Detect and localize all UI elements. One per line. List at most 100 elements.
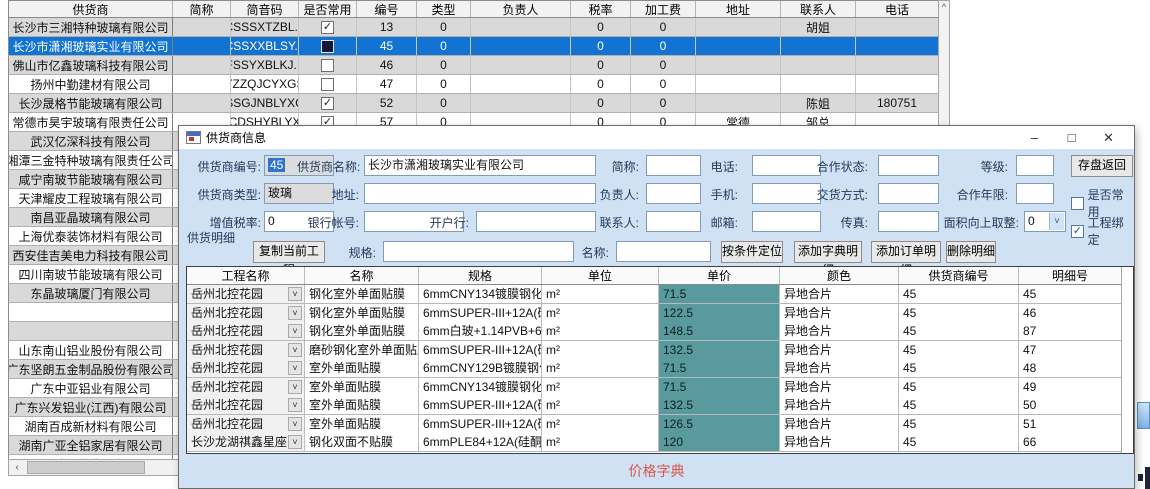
column-header-10[interactable]: 联系人 [781, 1, 856, 17]
grid-cell-text: m² [546, 435, 560, 449]
grid-cell-0[interactable]: 长沙龙湖祺鑫星座˅ [187, 433, 305, 451]
grid-row[interactable]: 岳州北控花园˅室外单面贴膜6mmSUPER-III+12A(硅...m²126.… [187, 415, 1122, 434]
column-header-0[interactable]: 供货商 [9, 1, 173, 17]
column-header-7[interactable]: 税率 [571, 1, 631, 17]
grid-column-header-5[interactable]: 颜色 [780, 267, 899, 284]
grid-row[interactable]: 岳州北控花园˅室外单面贴膜6mmSUPER-III+12A(硅...m²132.… [187, 396, 1122, 415]
delete-detail-button[interactable]: 删除明细 [946, 241, 996, 263]
grid-row[interactable]: 岳州北控花园˅钢化室外单面贴膜6mmSUPER-III+12A(硅...m²12… [187, 304, 1122, 323]
chevron-down-icon[interactable]: ˅ [288, 435, 302, 449]
grid-column-header-4[interactable]: 单价 [659, 267, 780, 284]
column-header-5[interactable]: 类型 [417, 1, 471, 17]
chevron-down-icon[interactable]: ˅ [1049, 213, 1064, 230]
grid-row[interactable]: 岳州北控花园˅钢化室外单面贴膜6mmCNY134镀膜钢化m²71.5异地合片45… [187, 285, 1122, 304]
table-row[interactable]: 扬州中勤建材有限公司YZZQJCYXGS47000 [8, 75, 939, 94]
checkbox-icon[interactable] [321, 59, 334, 72]
minimize-icon[interactable]: – [1016, 127, 1053, 149]
chevron-down-icon[interactable]: ˅ [288, 306, 302, 320]
scroll-up-icon[interactable]: ^ [942, 2, 946, 12]
grid-cell-0[interactable]: 岳州北控花园˅ [187, 359, 305, 377]
chevron-down-icon[interactable]: ˅ [288, 380, 302, 394]
grid-column-header-7[interactable]: 明细号 [1019, 267, 1122, 284]
grid-column-header-0[interactable]: 工程名称 [187, 267, 305, 284]
grid-column-header-2[interactable]: 规格 [419, 267, 542, 284]
copy-project-button[interactable]: 复制当前工程 [253, 241, 325, 263]
save-return-button[interactable]: 存盘返回 [1071, 155, 1133, 177]
supplier-type-field[interactable]: 玻璃 [264, 183, 334, 204]
grid-cell-0[interactable]: 岳州北控花园˅ [187, 322, 305, 340]
grid-row[interactable]: 岳州北控花园˅室外单面贴膜6mmCNY134镀膜钢化m²71.5异地合片4549 [187, 378, 1122, 397]
grid-cell-2: 6mmSUPER-III+12A(硅... [419, 304, 542, 322]
checkbox-icon[interactable]: ✓ [321, 97, 334, 110]
detail-grid-header: 工程名称名称规格单位单价颜色供货商编号明细号 [187, 267, 1122, 285]
grid-cell-0[interactable]: 岳州北控花园˅ [187, 285, 305, 303]
column-header-9[interactable]: 地址 [696, 1, 781, 17]
abbr-field[interactable] [646, 155, 701, 176]
cell-name [9, 322, 173, 340]
column-header-2[interactable]: 简音码 [231, 1, 299, 17]
cell-name: 湖南百成新材料有限公司 [9, 417, 173, 435]
contact-field[interactable] [646, 211, 701, 232]
scroll-left-icon[interactable]: ‹ [9, 462, 25, 473]
address-field[interactable] [364, 183, 596, 204]
chevron-down-icon[interactable]: ˅ [288, 398, 302, 412]
chevron-down-icon[interactable]: ˅ [288, 361, 302, 375]
table-row[interactable]: 长沙市三湘特种玻璃有限公司CSSSXTZBL...✓13000胡姐 [8, 18, 939, 37]
email-field[interactable] [752, 211, 821, 232]
scrollbar-thumb[interactable] [27, 461, 145, 474]
grid-column-header-3[interactable]: 单位 [542, 267, 659, 284]
add-order-detail-button[interactable]: 添加订单明细 [871, 241, 941, 263]
chevron-down-icon[interactable]: ˅ [288, 343, 302, 357]
table-row[interactable]: 长沙市潇湘玻璃实业有限公司CSSXXBLSY...45000 [8, 37, 939, 56]
locate-button[interactable]: 按条件定位 [721, 241, 783, 263]
grid-cell-text: 6mmPLE84+12A(硅酮胶... [423, 435, 542, 449]
name-filter-input[interactable] [616, 241, 711, 262]
grade-field[interactable] [1016, 155, 1054, 176]
grid-column-header-1[interactable]: 名称 [305, 267, 419, 284]
coop-status-field[interactable] [878, 155, 939, 176]
checkbox-icon[interactable] [321, 40, 334, 53]
checkbox-icon[interactable]: ✓ [321, 21, 334, 34]
grid-cell-text: 岳州北控花园 [191, 343, 263, 357]
grid-cell-0[interactable]: 岳州北控花园˅ [187, 378, 305, 396]
bank-field[interactable] [476, 211, 596, 232]
grid-cell-0[interactable]: 岳州北控花园˅ [187, 396, 305, 414]
spec-filter-input[interactable] [383, 241, 574, 262]
checkbox-icon[interactable] [321, 78, 334, 91]
chevron-down-icon[interactable]: ˅ [288, 324, 302, 338]
grid-row[interactable]: 长沙龙湖祺鑫星座˅钢化双面不贴膜6mmPLE84+12A(硅酮胶...m²120… [187, 433, 1122, 452]
maximize-icon[interactable]: □ [1053, 127, 1090, 149]
cell-name: 咸宁南玻节能玻璃有限公司 [9, 170, 173, 188]
add-dict-detail-button[interactable]: 添加字典明细 [794, 241, 862, 263]
column-header-3[interactable]: 是否常用 [299, 1, 357, 17]
column-header-8[interactable]: 加工费 [631, 1, 696, 17]
close-icon[interactable]: ✕ [1090, 127, 1127, 149]
grid-row[interactable]: 岳州北控花园˅钢化室外单面贴膜6mm白玻+1.14PVB+6mm...m²148… [187, 322, 1122, 341]
grid-cell-0[interactable]: 岳州北控花园 ˅ [187, 341, 305, 359]
grid-column-header-6[interactable]: 供货商编号 [899, 267, 1019, 284]
table-row[interactable]: 长沙晟格节能玻璃有限公司CSSGJNBLYXGS✓52000陈姐180751 [8, 94, 939, 113]
grid-cell-text: 异地合片 [784, 306, 832, 320]
checkbox-checked-icon[interactable]: ✓ [1071, 225, 1084, 238]
column-header-4[interactable]: 编号 [357, 1, 417, 17]
column-header-11[interactable]: 电话 [856, 1, 939, 17]
grid-cell-0[interactable]: 岳州北控花园˅ [187, 415, 305, 433]
chevron-down-icon[interactable]: ˅ [288, 417, 302, 431]
coop-years-field[interactable] [1016, 183, 1054, 204]
delivery-field[interactable] [878, 183, 939, 204]
supplier-name-field[interactable]: 长沙市潇湘玻璃实业有限公司 [364, 155, 596, 176]
bind-checkbox[interactable]: ✓ 工程绑定 [1071, 214, 1134, 248]
checkbox-icon[interactable] [1071, 197, 1084, 210]
round-up-combo[interactable]: 0 ˅ [1024, 211, 1066, 232]
manager-field[interactable] [646, 183, 701, 204]
dialog-titlebar[interactable]: 供货商信息 – □ ✕ [179, 126, 1134, 149]
detail-grid-scrollbar[interactable] [1121, 267, 1133, 453]
chevron-down-icon[interactable]: ˅ [288, 287, 302, 301]
grid-row[interactable]: 岳州北控花园˅室外单面贴膜6mmCNY129B镀膜钢化m²71.5异地合片454… [187, 359, 1122, 378]
manager-label: 负责人: [592, 186, 639, 202]
column-header-6[interactable]: 负责人 [471, 1, 571, 17]
table-row[interactable]: 佛山市亿鑫玻璃科技有限公司FSSYXBLKJ...46000 [8, 56, 939, 75]
grid-row[interactable]: 岳州北控花园˅磨砂钢化室外单面贴膜6mmSUPER-III+12A(硅...m²… [187, 341, 1122, 360]
column-header-1[interactable]: 简称 [173, 1, 231, 17]
grid-cell-0[interactable]: 岳州北控花园˅ [187, 304, 305, 322]
